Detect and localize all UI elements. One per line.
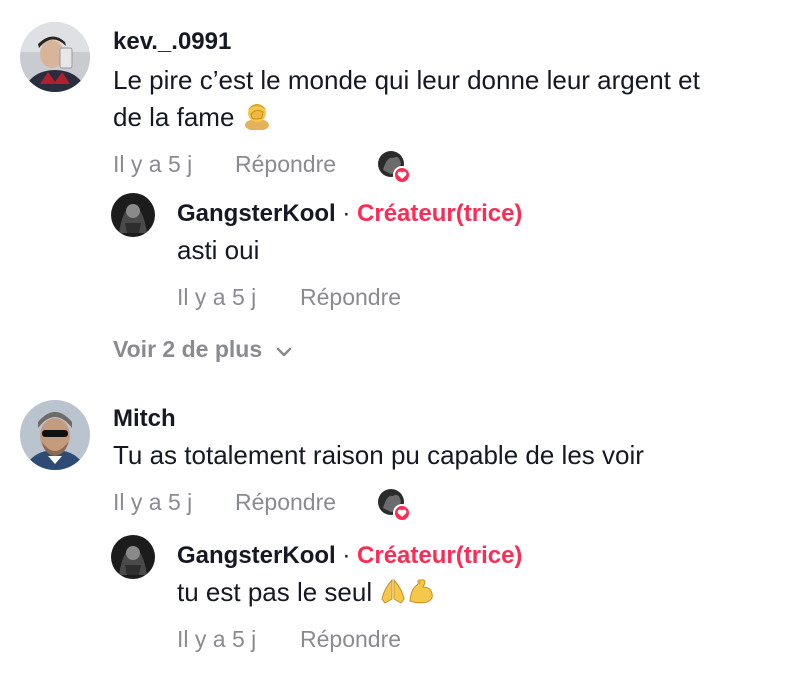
reply-button[interactable]: Répondre — [235, 489, 336, 516]
creator-liked-badge — [377, 150, 411, 184]
reply-timestamp: Il y a 5 j — [177, 284, 257, 310]
comment-text-line: Le pire c’est le monde qui leur donne le… — [113, 65, 700, 95]
reply-button[interactable]: Répondre — [300, 284, 401, 311]
reply-header: GangsterKool · Créateur(trice) — [177, 200, 522, 228]
person-facepalming-emoji-icon — [242, 100, 272, 140]
reply-button[interactable]: Répondre — [235, 151, 336, 178]
reply-text-content: tu est pas le seul — [177, 577, 373, 607]
comment-text: Le pire c’est le monde qui leur donne le… — [113, 62, 793, 140]
creator-badge: Créateur(trice) — [357, 200, 523, 227]
chevron-down-icon — [275, 337, 293, 364]
creator-liked-icon — [378, 489, 411, 522]
view-more-label: Voir 2 de plus — [113, 336, 263, 362]
comment-timestamp: Il y a 5 j — [113, 151, 193, 177]
avatar[interactable] — [111, 193, 155, 237]
separator-dot: · — [342, 200, 351, 227]
avatar[interactable] — [111, 535, 155, 579]
creator-liked-icon — [378, 151, 411, 184]
comment-username[interactable]: Mitch — [113, 405, 176, 433]
creator-badge: Créateur(trice) — [357, 542, 523, 569]
reply-button[interactable]: Répondre — [300, 626, 401, 653]
comment-username[interactable]: kev._.0991 — [113, 28, 231, 56]
comment-timestamp: Il y a 5 j — [113, 489, 193, 515]
view-more-replies-button[interactable]: Voir 2 de plus — [113, 336, 293, 364]
avatar[interactable] — [20, 400, 90, 470]
avatar[interactable] — [20, 22, 90, 92]
reply-username[interactable]: GangsterKool — [177, 200, 336, 227]
flexed-biceps-emoji-icon — [407, 577, 437, 615]
reply-header: GangsterKool · Créateur(trice) — [177, 542, 522, 570]
reply-timestamp: Il y a 5 j — [177, 626, 257, 652]
reply-text: tu est pas le seul — [177, 574, 437, 615]
comment-text: Tu as totalement raison pu capable de le… — [113, 440, 644, 470]
reply-username[interactable]: GangsterKool — [177, 542, 336, 569]
folded-hands-emoji-icon — [379, 577, 407, 615]
reply-text: asti oui — [177, 235, 260, 265]
comment-text-line: de la fame — [113, 102, 235, 132]
creator-liked-badge — [377, 488, 411, 522]
separator-dot: · — [342, 542, 351, 569]
